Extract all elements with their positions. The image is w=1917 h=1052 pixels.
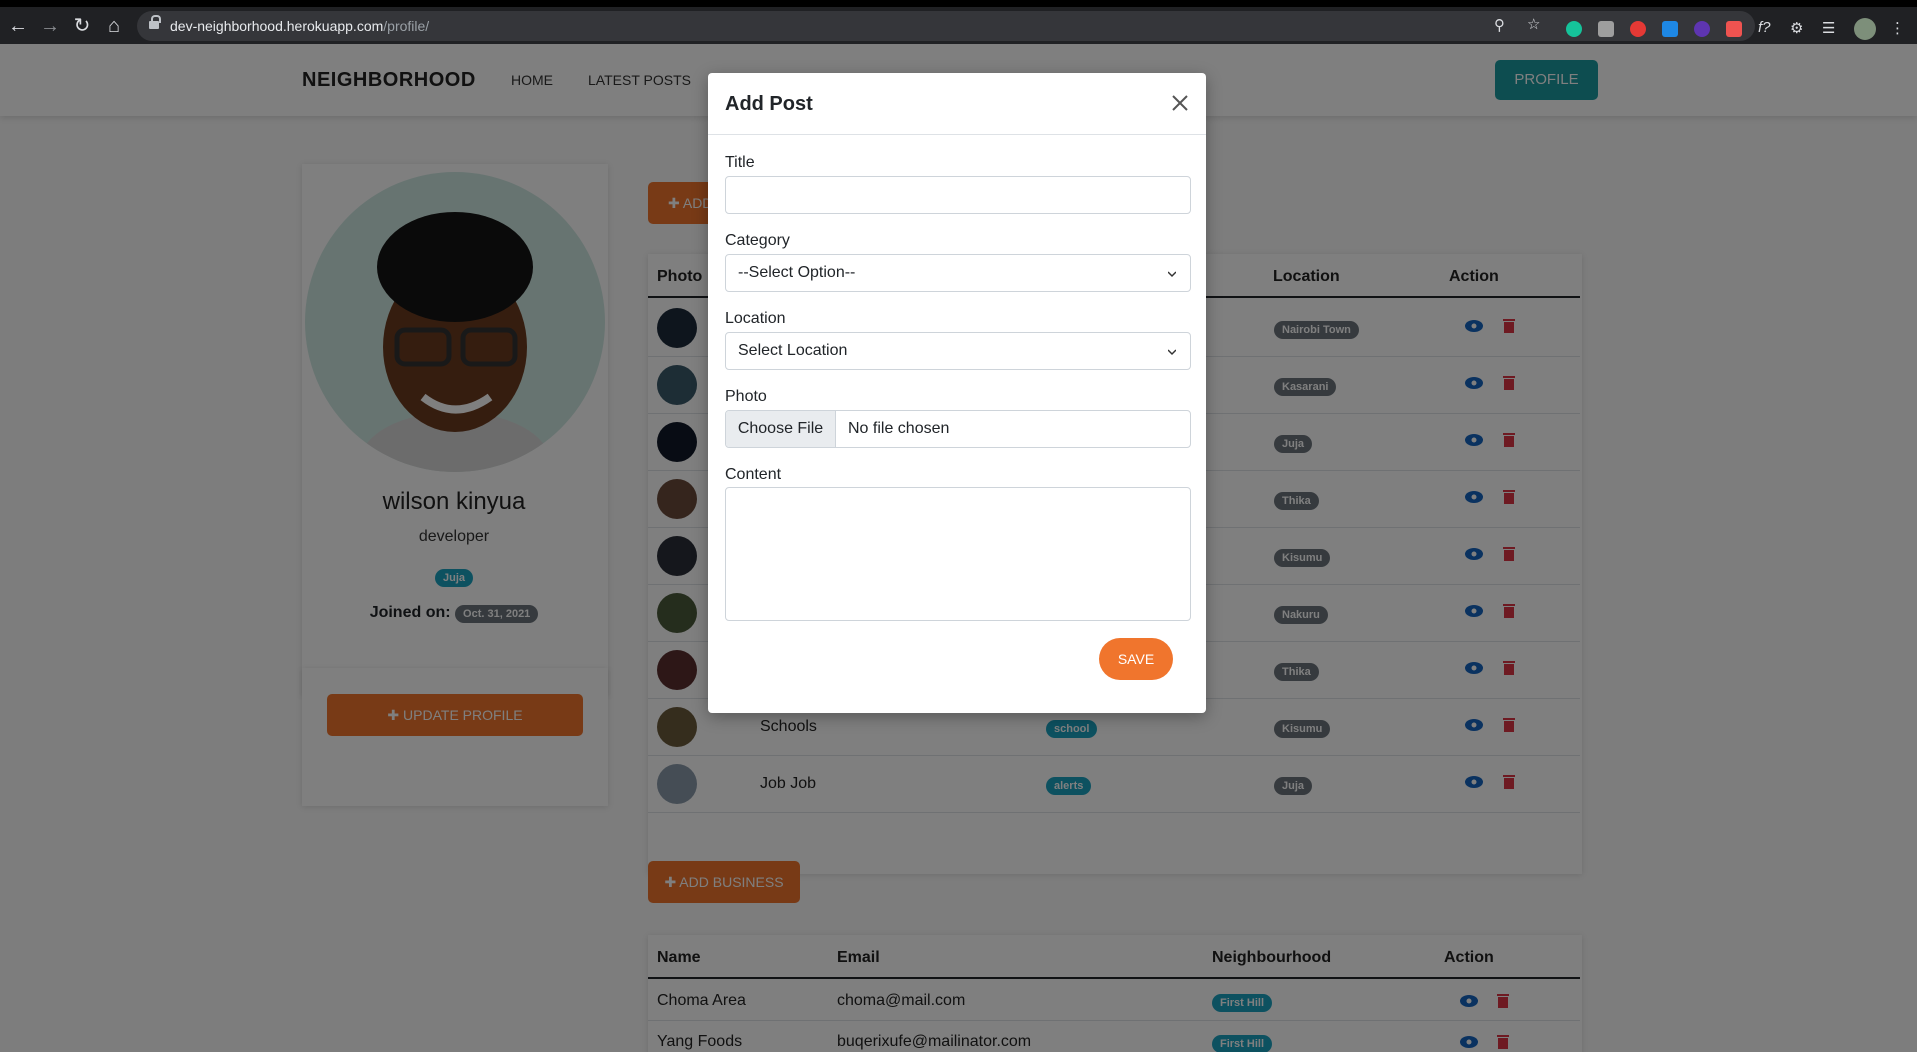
extension-icon[interactable]	[1662, 21, 1678, 37]
category-select[interactable]: --Select Option--	[725, 254, 1191, 292]
photo-label: Photo	[725, 388, 767, 405]
chevron-down-icon	[1168, 349, 1176, 356]
menu-dots-icon[interactable]: ⋮	[1890, 19, 1905, 37]
location-label: Location	[725, 310, 786, 327]
adblock-extension-icon[interactable]	[1630, 21, 1646, 37]
lock-icon	[149, 15, 161, 31]
category-label: Category	[725, 232, 790, 249]
grammarly-extension-icon[interactable]	[1566, 21, 1582, 37]
home-icon[interactable]: ⌂	[102, 14, 126, 38]
title-input[interactable]	[725, 176, 1191, 214]
back-arrow-icon[interactable]: ←	[6, 14, 30, 38]
extension-icon[interactable]	[1726, 21, 1742, 37]
content-label: Content	[725, 466, 782, 483]
forward-arrow-icon[interactable]: →	[38, 14, 62, 38]
location-selected-value: Select Location	[738, 342, 848, 359]
browser-toolbar: ← → ↻ ⌂ dev-neighborhood.herokuapp.com/p…	[0, 0, 1917, 44]
photo-file-input[interactable]: Choose File No file chosen	[725, 410, 1191, 448]
save-button[interactable]: SAVE	[1099, 638, 1173, 680]
location-select[interactable]: Select Location	[725, 332, 1191, 370]
reload-icon[interactable]: ↻	[70, 14, 94, 38]
extension-icon[interactable]	[1598, 21, 1614, 37]
category-selected-value: --Select Option--	[738, 264, 856, 281]
modal-header: Add Post	[708, 73, 1206, 135]
extension-icon[interactable]: f?	[1758, 19, 1771, 36]
extension-icon[interactable]	[1694, 21, 1710, 37]
modal-title: Add Post	[725, 93, 813, 115]
zoom-icon[interactable]: ⚲	[1494, 16, 1505, 34]
address-bar[interactable]: dev-neighborhood.herokuapp.com/profile/ …	[137, 11, 1755, 41]
reading-list-icon[interactable]: ☰	[1822, 19, 1835, 37]
file-status-text: No file chosen	[848, 420, 950, 437]
star-icon[interactable]: ☆	[1527, 15, 1540, 33]
url-text: dev-neighborhood.herokuapp.com/profile/	[170, 18, 430, 34]
content-textarea[interactable]	[725, 487, 1191, 621]
title-label: Title	[725, 154, 755, 171]
avatar[interactable]	[1854, 18, 1876, 40]
add-post-modal: Add Post Title Category --Select Option-…	[708, 73, 1206, 713]
chevron-down-icon	[1168, 271, 1176, 278]
close-icon[interactable]	[1170, 93, 1190, 113]
choose-file-button[interactable]: Choose File	[726, 411, 836, 447]
extensions-icon[interactable]: ⚙	[1790, 19, 1803, 37]
